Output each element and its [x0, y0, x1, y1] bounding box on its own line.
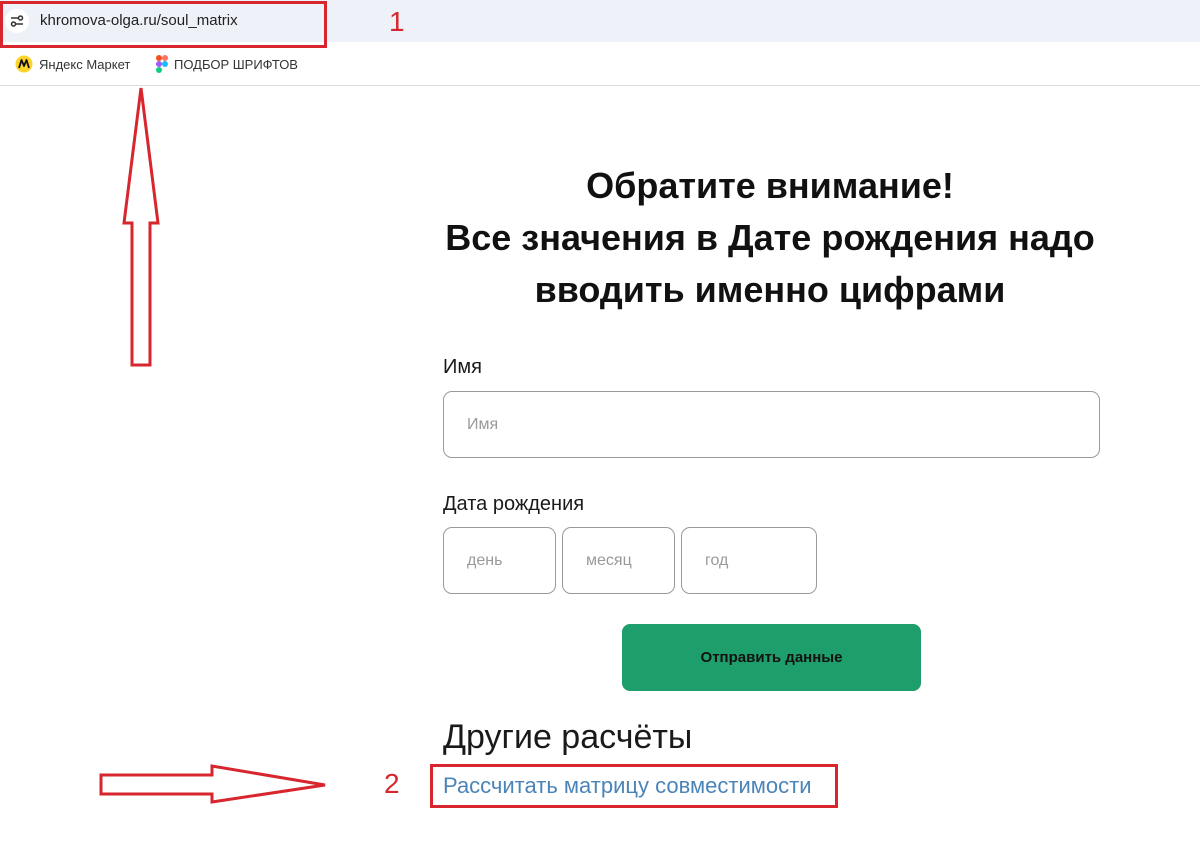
annotation-number-2: 2	[384, 768, 400, 799]
year-input[interactable]	[681, 527, 817, 594]
bookmark-font-picker[interactable]: ПОДБОР ШРИФТОВ	[156, 55, 298, 73]
headline-line: вводить именно цифрами	[534, 269, 1006, 310]
arrow-right-icon	[99, 764, 326, 804]
arrow-up-icon	[122, 87, 160, 367]
name-label: Имя	[443, 356, 482, 378]
month-input[interactable]	[562, 527, 675, 594]
annotation-number-1: 1	[389, 6, 405, 37]
page: khromova-olga.ru/soul_matrix Яндекс Марк…	[0, 0, 1200, 843]
bookmark-label: Яндекс Маркет	[39, 56, 131, 72]
annotation-box-url	[0, 1, 327, 48]
submit-button[interactable]: Отправить данные	[622, 624, 921, 691]
notice-headline: Обратите внимание! Все значения в Дате р…	[390, 160, 1150, 316]
bookmarks-bar: Яндекс Маркет ПОДБОР ШРИФТОВ	[0, 42, 1200, 86]
annotation-box-link	[430, 764, 838, 808]
birthdate-label: Дата рождения	[443, 493, 585, 515]
day-input[interactable]	[443, 527, 556, 594]
figma-icon	[156, 55, 168, 73]
bookmark-yandex-market[interactable]: Яндекс Маркет	[15, 55, 130, 73]
headline-line: Обратите внимание!	[586, 165, 954, 206]
headline-line: Все значения в Дате рождения надо	[445, 217, 1095, 258]
name-input[interactable]	[443, 391, 1100, 458]
other-calculations-title: Другие расчёты	[443, 718, 693, 756]
bookmark-label: ПОДБОР ШРИФТОВ	[174, 56, 298, 72]
yandex-market-icon	[15, 55, 33, 73]
